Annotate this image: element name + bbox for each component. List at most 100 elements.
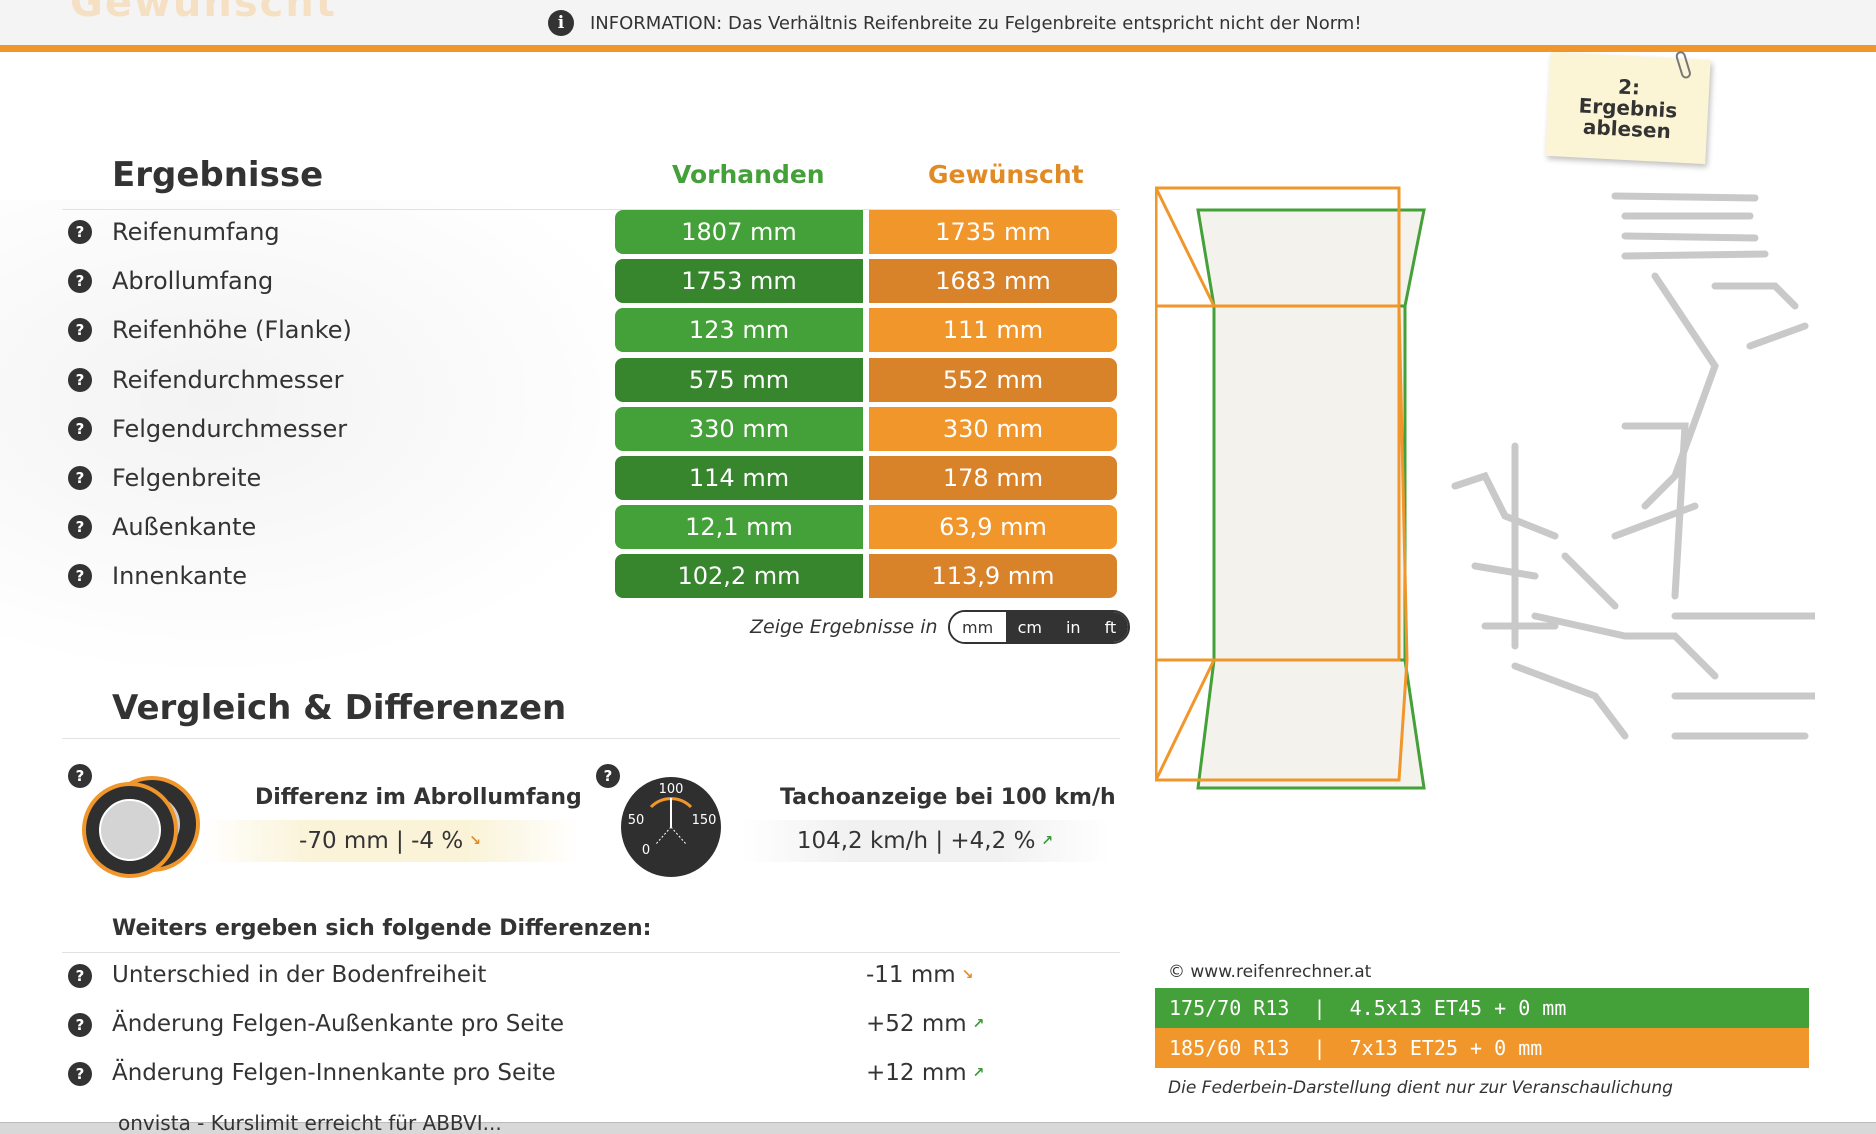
ghost-logo: Gewünscht [70,0,337,26]
tacho-label-top: 100 [659,782,684,797]
help-icon[interactable]: ? [68,964,92,988]
difference-value: -11 mm ↘ [866,962,973,988]
help-icon[interactable]: ? [68,515,92,540]
result-label: Abrollumfang [112,267,274,296]
result-label: Reifenumfang [112,218,280,246]
difference-value: +52 mm ↗ [866,1011,984,1037]
arrow-down-icon: ↘ [469,833,481,849]
result-label: Reifendurchmesser [112,365,344,394]
difference-value: +12 mm ↗ [866,1060,984,1086]
arrow-up-icon: ↗ [1041,833,1054,849]
unit-option-mm[interactable]: mm [949,612,1006,642]
result-desired-value: 113,9 mm [869,554,1117,599]
result-existing-value: 12,1 mm [615,505,863,550]
diagram-disclaimer: Die Federbein-Darstellung dient nur zur … [1168,1078,1673,1098]
help-icon[interactable]: ? [68,466,92,490]
spec-existing: 175/70 R13 | 4.5x13 ET45 + 0 mm [1155,988,1809,1028]
difference-label: Änderung Felgen-Außenkante pro Seite [112,1011,565,1037]
circumference-diff-title: Differenz im Abrollumfang [255,785,582,810]
col-head-desired: Gewünscht [928,160,1084,189]
result-existing-value: 1807 mm [615,210,863,254]
difference-value-text: -11 mm [866,962,956,988]
result-existing-value: 575 mm [615,357,863,402]
tacho-label-left: 50 [628,813,645,828]
step-note: 2: Ergebnis ablesen [1545,49,1711,165]
suspension-diagram [1155,186,1815,790]
help-icon[interactable]: ? [68,220,92,244]
tire-compare-icon [82,776,200,878]
arrow-up-icon: ↗ [972,1065,985,1081]
result-label: Außenkante [112,513,257,542]
help-icon[interactable]: ? [68,367,92,392]
result-label: Felgenbreite [112,464,262,492]
unit-option-ft[interactable]: ft [1092,612,1129,642]
copyright: © www.reifenrechner.at [1168,962,1372,982]
result-row: ? Felgenbreite 114 mm 178 mm [62,456,1120,500]
result-row: ? Felgendurchmesser 330 mm 330 mm [62,406,1120,451]
result-existing-value: 330 mm [615,406,863,451]
circumference-diff-value: -70 mm | -4 % ↘ [200,820,580,862]
tacho-label-right: 150 [692,813,717,828]
result-existing-value: 114 mm [615,456,863,500]
help-icon[interactable]: ? [68,318,92,343]
help-icon[interactable]: ? [68,564,92,589]
result-row: ? Reifenumfang 1807 mm 1735 mm [62,210,1120,254]
comparison-title: Vergleich & Differenzen [112,688,567,728]
info-icon: i [548,10,574,36]
difference-row: ? Änderung Felgen-Außenkante pro Seite +52… [62,1003,1120,1047]
bottom-bar: onvista - Kurslimit erreicht für ABBVI..… [0,1111,1876,1134]
result-desired-value: 1683 mm [869,259,1117,304]
divider [62,952,1120,953]
unit-switcher: Zeige Ergebnisse in mm cm in ft [750,610,1131,644]
tacho-label-bottom: 0 [642,843,650,858]
arrow-down-icon: ↘ [961,967,974,983]
paperclip-icon [1674,49,1693,80]
units-label: Zeige Ergebnisse in [750,616,938,638]
result-existing-value: 123 mm [615,308,863,353]
result-desired-value: 330 mm [869,406,1117,451]
info-text: INFORMATION: Das Verhältnis Reifenbreite… [590,12,1362,34]
difference-label: Unterschied in der Bodenfreiheit [112,962,487,988]
tacho-value: 104,2 km/h | +4,2 % ↗ [740,820,1110,862]
help-icon[interactable]: ? [68,1013,92,1037]
col-head-existing: Vorhanden [672,160,825,189]
circumference-diff-text: -70 mm | -4 % [299,828,464,854]
result-row: ? Außenkante 12,1 mm 63,9 mm [62,505,1120,550]
info-bar: Gewünscht i INFORMATION: Das Verhältnis … [0,0,1876,52]
result-existing-value: 102,2 mm [615,554,863,599]
bottom-bar-text: onvista - Kurslimit erreicht für ABBVI..… [118,1111,502,1134]
result-row: ? Abrollumfang 1753 mm 1683 mm [62,259,1120,304]
step-note-text: 2: Ergebnis ablesen [1578,73,1678,143]
arrow-up-icon: ↗ [972,1016,985,1032]
result-row: ? Reifendurchmesser 575 mm 552 mm [62,357,1120,402]
result-desired-value: 552 mm [869,357,1117,402]
help-icon[interactable]: ? [68,416,92,441]
info-message: i INFORMATION: Das Verhältnis Reifenbrei… [548,10,1362,36]
result-desired-value: 178 mm [869,456,1117,500]
help-icon[interactable]: ? [68,1062,92,1086]
result-desired-value: 63,9 mm [869,505,1117,550]
result-label: Felgendurchmesser [112,414,348,443]
divider [62,738,1120,739]
tacho-value-text: 104,2 km/h | +4,2 % [796,828,1036,854]
results-title: Ergebnisse [112,155,324,195]
difference-row: ? Änderung Felgen-Innenkante pro Seite +12… [62,1052,1120,1096]
result-desired-value: 1735 mm [869,210,1117,254]
speedometer-icon: 100 50 150 0 [621,777,721,877]
result-label: Innenkante [112,562,248,591]
result-existing-value: 1753 mm [615,259,863,304]
further-diff-title: Weiters ergeben sich folgende Differenze… [112,916,652,941]
help-icon[interactable]: ? [68,269,92,294]
difference-value-text: +52 mm [866,1011,967,1037]
unit-option-cm[interactable]: cm [1005,612,1054,642]
result-row: ? Innenkante 102,2 mm 113,9 mm [62,554,1120,599]
unit-toggle: mm cm in ft [947,610,1131,644]
difference-value-text: +12 mm [866,1060,967,1086]
difference-row: ? Unterschied in der Bodenfreiheit -11 mm ↘ [62,954,1120,998]
difference-label: Änderung Felgen-Innenkante pro Seite [112,1060,556,1086]
unit-option-in[interactable]: in [1053,612,1093,642]
tacho-title: Tachoanzeige bei 100 km/h [780,785,1116,810]
help-icon[interactable]: ? [596,764,620,788]
spec-desired: 185/60 R13 | 7x13 ET25 + 0 mm [1155,1028,1809,1068]
result-desired-value: 111 mm [869,308,1117,353]
